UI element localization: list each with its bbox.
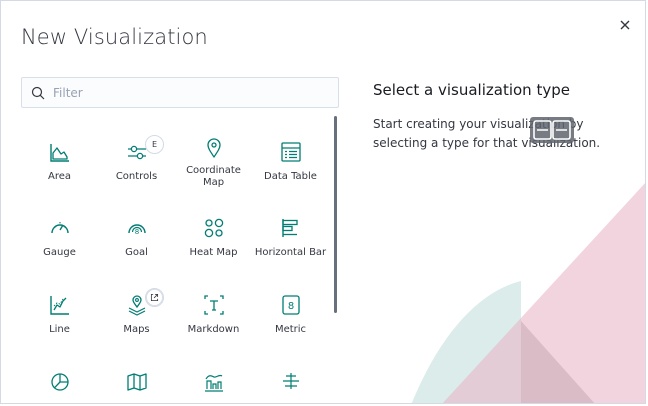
markdown-icon	[204, 295, 224, 315]
tag-cloud-icon	[283, 373, 299, 389]
viz-label: Data Table	[264, 171, 317, 182]
viz-tile-metric[interactable]: 8 Metric	[252, 274, 329, 346]
viz-label: Metric	[274, 324, 307, 335]
viz-label: Area	[47, 171, 71, 182]
horizontal-bar-icon	[282, 219, 298, 237]
tsvb-icon	[205, 374, 223, 392]
viz-tile-horizontal-bar[interactable]: Horizontal Bar	[252, 197, 329, 269]
pie-chart-icon	[51, 373, 69, 391]
viz-tile-line[interactable]: Line	[21, 274, 98, 346]
search-icon	[31, 86, 45, 100]
viz-label: Gauge	[43, 247, 76, 258]
viz-label: Markdown	[187, 324, 240, 335]
new-visualization-modal: New Visualization Area Controls E	[0, 0, 646, 404]
svg-text:8: 8	[288, 301, 294, 312]
area-chart-icon	[50, 144, 69, 162]
viz-tile-area[interactable]: Area	[21, 121, 98, 193]
gauge-icon	[51, 222, 69, 234]
viz-tile-tsvb[interactable]	[175, 351, 252, 403]
decorative-background	[411, 183, 645, 403]
viz-tile-data-table[interactable]: Data Table	[252, 121, 329, 193]
viz-label: Coordinate Map	[186, 165, 241, 188]
viz-label: Line	[49, 324, 70, 335]
viz-tile-pie[interactable]	[21, 351, 98, 403]
viz-label: Controls	[115, 171, 158, 182]
viz-label: Maps	[123, 324, 150, 335]
viz-tile-coordinate-map[interactable]: Coordinate Map	[175, 121, 252, 193]
viz-tile-markdown[interactable]: Markdown	[175, 274, 252, 346]
screen-swap-icon	[530, 117, 574, 143]
grid-scrollbar[interactable]	[334, 116, 337, 313]
modal-title: New Visualization	[21, 25, 208, 49]
goal-icon: 8	[128, 224, 146, 236]
metric-icon: 8	[282, 295, 300, 315]
external-link-icon	[145, 288, 164, 307]
region-map-icon	[127, 373, 147, 391]
table-icon	[281, 142, 301, 162]
map-pin-icon	[207, 138, 221, 158]
viz-label: Goal	[125, 247, 148, 258]
viz-tile-goal[interactable]: 8 Goal	[98, 197, 175, 269]
viz-tile-region-map[interactable]	[98, 351, 175, 403]
experimental-badge: E	[145, 135, 164, 154]
search-field[interactable]	[21, 77, 339, 108]
viz-tile-controls[interactable]: Controls E	[98, 121, 175, 193]
description-text: Start creating your visualization by sel…	[373, 117, 601, 150]
viz-tile-heat-map[interactable]: Heat Map	[175, 197, 252, 269]
viz-label: Horizontal Bar	[254, 247, 327, 258]
svg-text:8: 8	[135, 228, 139, 236]
filter-input[interactable]	[53, 78, 333, 107]
heat-map-icon	[204, 218, 224, 238]
viz-tile-gauge[interactable]: Gauge	[21, 197, 98, 269]
description-title: Select a visualization type	[373, 81, 570, 99]
viz-label: Heat Map	[189, 247, 238, 258]
line-chart-icon	[50, 296, 69, 315]
close-icon[interactable]	[617, 17, 633, 33]
viz-tile-maps[interactable]: Maps	[98, 274, 175, 346]
visualization-grid: Area Controls E Coordinate Map Data Tabl…	[21, 121, 331, 403]
viz-tile-tag-cloud[interactable]	[252, 351, 329, 403]
